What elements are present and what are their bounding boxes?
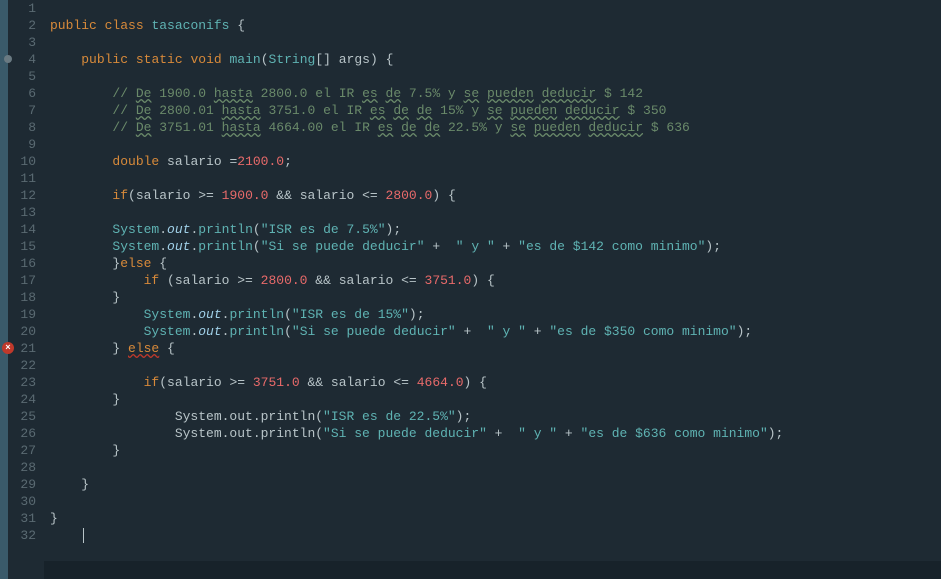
code-line[interactable]: [50, 34, 941, 51]
code-line[interactable]: [50, 493, 941, 510]
left-margin-bar: [0, 0, 8, 579]
code-line[interactable]: // De 3751.01 hasta 4664.00 el IR es de …: [50, 119, 941, 136]
code-line[interactable]: if(salario >= 3751.0 && salario <= 4664.…: [50, 374, 941, 391]
code-line[interactable]: } else {: [50, 340, 941, 357]
code-line[interactable]: public class tasaconifs {: [50, 17, 941, 34]
code-line[interactable]: }: [50, 510, 941, 527]
line-number[interactable]: 4: [8, 51, 36, 68]
code-line[interactable]: }: [50, 476, 941, 493]
code-line[interactable]: System.out.println("Si se puede deducir"…: [50, 323, 941, 340]
code-line[interactable]: }: [50, 391, 941, 408]
code-line[interactable]: [50, 204, 941, 221]
line-number[interactable]: 18: [8, 289, 36, 306]
line-number[interactable]: 13: [8, 204, 36, 221]
line-number[interactable]: 19: [8, 306, 36, 323]
line-number[interactable]: 9: [8, 136, 36, 153]
line-number[interactable]: 12: [8, 187, 36, 204]
console-panel[interactable]: [44, 561, 941, 579]
line-number[interactable]: 24: [8, 391, 36, 408]
line-number[interactable]: 8: [8, 119, 36, 136]
line-number[interactable]: 21: [8, 340, 36, 357]
line-number[interactable]: 31: [8, 510, 36, 527]
code-line[interactable]: System.out.println("ISR es de 22.5%");: [50, 408, 941, 425]
code-line[interactable]: if(salario >= 1900.0 && salario <= 2800.…: [50, 187, 941, 204]
line-number[interactable]: 26: [8, 425, 36, 442]
line-number-gutter[interactable]: 1234567891011121314151617181920212223242…: [8, 0, 44, 579]
line-number[interactable]: 32: [8, 527, 36, 544]
code-editor[interactable]: 1234567891011121314151617181920212223242…: [0, 0, 941, 579]
line-number[interactable]: 28: [8, 459, 36, 476]
line-number[interactable]: 10: [8, 153, 36, 170]
code-line[interactable]: // De 2800.01 hasta 3751.0 el IR es de d…: [50, 102, 941, 119]
code-line[interactable]: [50, 357, 941, 374]
line-number[interactable]: 7: [8, 102, 36, 119]
code-area[interactable]: public class tasaconifs { public static …: [44, 0, 941, 579]
code-line[interactable]: System.out.println("ISR es de 15%");: [50, 306, 941, 323]
code-line[interactable]: }: [50, 442, 941, 459]
line-number[interactable]: 11: [8, 170, 36, 187]
line-number[interactable]: 6: [8, 85, 36, 102]
code-line[interactable]: [50, 0, 941, 17]
line-number[interactable]: 29: [8, 476, 36, 493]
line-number[interactable]: 22: [8, 357, 36, 374]
code-line[interactable]: public static void main(String[] args) {: [50, 51, 941, 68]
code-line[interactable]: [50, 68, 941, 85]
line-number[interactable]: 17: [8, 272, 36, 289]
error-marker-icon[interactable]: [2, 342, 14, 354]
main-method-marker-icon[interactable]: [4, 55, 12, 63]
code-line[interactable]: [50, 136, 941, 153]
code-line[interactable]: System.out.println("Si se puede deducir"…: [50, 238, 941, 255]
line-number[interactable]: 16: [8, 255, 36, 272]
code-line[interactable]: }: [50, 289, 941, 306]
line-number[interactable]: 27: [8, 442, 36, 459]
code-line[interactable]: System.out.println("Si se puede deducir"…: [50, 425, 941, 442]
code-line[interactable]: }else {: [50, 255, 941, 272]
code-line[interactable]: [50, 459, 941, 476]
code-line[interactable]: double salario =2100.0;: [50, 153, 941, 170]
code-line[interactable]: [50, 170, 941, 187]
line-number[interactable]: 5: [8, 68, 36, 85]
line-number[interactable]: 23: [8, 374, 36, 391]
line-number[interactable]: 20: [8, 323, 36, 340]
code-line[interactable]: if (salario >= 2800.0 && salario <= 3751…: [50, 272, 941, 289]
line-number[interactable]: 25: [8, 408, 36, 425]
line-number[interactable]: 2: [8, 17, 36, 34]
code-line[interactable]: System.out.println("ISR es de 7.5%");: [50, 221, 941, 238]
line-number[interactable]: 1: [8, 0, 36, 17]
code-line[interactable]: [50, 527, 941, 544]
code-line[interactable]: // De 1900.0 hasta 2800.0 el IR es de 7.…: [50, 85, 941, 102]
line-number[interactable]: 30: [8, 493, 36, 510]
line-number[interactable]: 14: [8, 221, 36, 238]
line-number[interactable]: 15: [8, 238, 36, 255]
line-number[interactable]: 3: [8, 34, 36, 51]
